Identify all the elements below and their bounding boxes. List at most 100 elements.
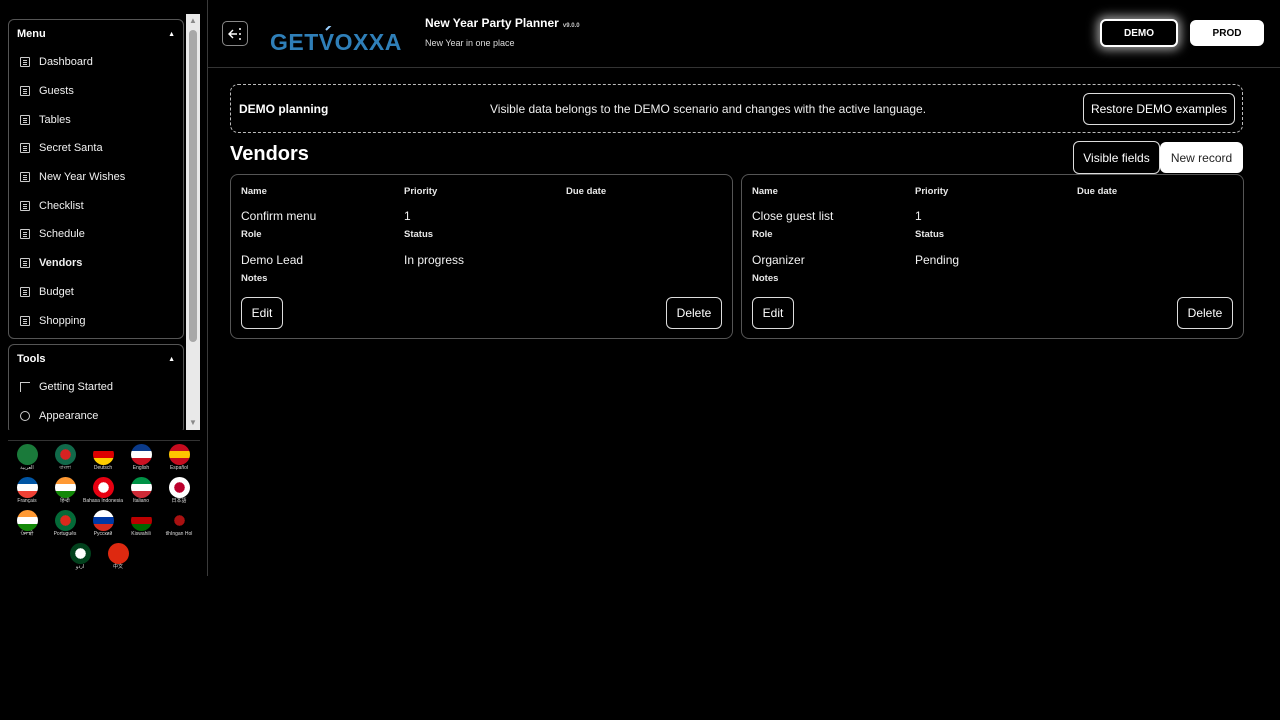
language-name: Español bbox=[169, 465, 189, 471]
language-option[interactable]: Español bbox=[160, 444, 198, 477]
language-option[interactable]: ਪੰਜਾਬੀ bbox=[8, 510, 46, 543]
sidebar-item-label: Getting Started bbox=[39, 381, 113, 394]
sidebar-item-guests[interactable]: Guests bbox=[9, 77, 183, 106]
field-label-due-date: Due date bbox=[566, 186, 607, 197]
record-card: Name Close guest list Priority 1 Due date Rol… bbox=[741, 174, 1244, 339]
sidebar-item-checklist[interactable]: Checklist bbox=[9, 191, 183, 220]
sidebar-item-label: Tables bbox=[39, 113, 71, 126]
field-label-name: Name bbox=[752, 186, 778, 197]
restore-demo-button[interactable]: Restore DEMO examples bbox=[1083, 93, 1235, 125]
sidebar-item-schedule[interactable]: Schedule bbox=[9, 220, 183, 249]
demo-env-button[interactable]: DEMO bbox=[1100, 19, 1178, 47]
language-option[interactable]: Русский bbox=[84, 510, 122, 543]
list-icon bbox=[20, 258, 30, 269]
scroll-thumb[interactable] bbox=[189, 30, 197, 342]
list-icon bbox=[20, 200, 30, 211]
app-title: New Year Party Planner v9.0.0 bbox=[425, 16, 580, 30]
flag-icon bbox=[107, 543, 129, 564]
language-option[interactable]: Kiswahili bbox=[122, 510, 160, 543]
language-option[interactable]: Français bbox=[8, 477, 46, 510]
scroll-down-arrow-icon[interactable]: ▼ bbox=[186, 416, 200, 430]
sidebar-item-secret-santa[interactable]: Secret Santa bbox=[9, 134, 183, 163]
sidebar-scroll-area[interactable]: Menu ▲ Dashboard Guests Tables Secret Santa… bbox=[7, 14, 200, 430]
menu-header[interactable]: Menu ▲ bbox=[9, 20, 183, 48]
language-option[interactable]: 日本語 bbox=[160, 477, 198, 510]
collapse-caret-icon[interactable]: ▲ bbox=[168, 356, 175, 363]
field-label-role: Role bbox=[752, 229, 773, 240]
sidebar-item-label: Budget bbox=[39, 285, 74, 298]
flag-icon bbox=[54, 477, 76, 498]
flag-icon bbox=[20, 382, 30, 393]
new-record-button[interactable]: New record bbox=[1160, 142, 1243, 173]
flag-icon bbox=[54, 510, 76, 531]
language-option[interactable]: বাংলা bbox=[46, 444, 84, 477]
flag-icon bbox=[16, 510, 38, 531]
sidebar-item-getting-started[interactable]: Getting Started bbox=[9, 373, 183, 402]
language-name: 日本語 bbox=[171, 498, 187, 504]
list-icon bbox=[20, 286, 30, 297]
language-option[interactable]: اردو bbox=[61, 543, 99, 576]
visible-fields-button[interactable]: Visible fields bbox=[1073, 141, 1160, 174]
banner-text: Visible data belongs to the DEMO scenari… bbox=[490, 102, 927, 116]
language-option[interactable]: हिन्दी bbox=[46, 477, 84, 510]
language-name: 中文 bbox=[112, 564, 123, 570]
menu-list: Dashboard Guests Tables Secret Santa New Yea… bbox=[9, 48, 183, 335]
tools-title: Tools bbox=[17, 353, 46, 365]
delete-button[interactable]: Delete bbox=[1177, 297, 1233, 329]
sidebar-scrollbar[interactable]: ▲ ▼ bbox=[186, 14, 200, 430]
language-option[interactable]: tlhIngan Hol bbox=[160, 510, 198, 543]
flag-icon bbox=[130, 510, 152, 531]
language-option[interactable]: English bbox=[122, 444, 160, 477]
sidebar-item-label: Shopping bbox=[39, 314, 86, 327]
language-option[interactable]: Bahasa Indonesia bbox=[83, 477, 123, 510]
field-label-name: Name bbox=[241, 186, 267, 197]
collapse-caret-icon[interactable]: ▲ bbox=[168, 31, 175, 38]
field-label-status: Status bbox=[915, 229, 945, 240]
tools-panel: Tools ▲ Getting Started Appearance bbox=[8, 344, 184, 430]
sidebar-item-new-year-wishes[interactable]: New Year Wishes bbox=[9, 163, 183, 192]
sidebar-item-dashboard[interactable]: Dashboard bbox=[9, 48, 183, 77]
language-name: Deutsch bbox=[93, 465, 113, 471]
field-label-notes: Notes bbox=[241, 273, 268, 284]
tools-header[interactable]: Tools ▲ bbox=[9, 345, 183, 373]
language-name: Kiswahili bbox=[131, 531, 151, 537]
sidebar-item-label: Vendors bbox=[39, 257, 83, 270]
palette-icon bbox=[20, 411, 30, 422]
language-option[interactable]: 中文 bbox=[99, 543, 137, 576]
language-name: English bbox=[132, 465, 150, 471]
app-subtitle: New Year in one place bbox=[425, 38, 515, 48]
sidebar-item-tables[interactable]: Tables bbox=[9, 105, 183, 134]
sidebar-item-vendors[interactable]: Vendors bbox=[9, 249, 183, 278]
edit-button[interactable]: Edit bbox=[241, 297, 283, 329]
language-row: اردو 中文 bbox=[8, 543, 200, 576]
language-option[interactable]: Italiano bbox=[122, 477, 160, 510]
field-label-priority: Priority bbox=[915, 186, 949, 197]
demo-banner: DEMO planning Visible data belongs to th… bbox=[230, 84, 1243, 133]
field-value-status: Pending bbox=[915, 253, 960, 267]
sidebar-item-label: Appearance bbox=[39, 410, 99, 423]
field-value-name: Close guest list bbox=[752, 209, 834, 223]
list-icon bbox=[20, 143, 30, 154]
prod-env-button[interactable]: PROD bbox=[1190, 20, 1264, 46]
flag-icon bbox=[168, 510, 190, 531]
language-row: العربية বাংলা Deutsch English Español bbox=[8, 444, 200, 477]
edit-button[interactable]: Edit bbox=[752, 297, 794, 329]
language-name: বাংলা bbox=[59, 465, 71, 471]
delete-button[interactable]: Delete bbox=[666, 297, 722, 329]
field-value-role: Organizer bbox=[752, 253, 805, 267]
page-title: Vendors bbox=[230, 143, 309, 165]
language-option[interactable]: Deutsch bbox=[84, 444, 122, 477]
language-name: Português bbox=[53, 531, 77, 537]
list-icon bbox=[20, 229, 30, 240]
language-option[interactable]: العربية bbox=[8, 444, 46, 477]
sidebar-item-shopping[interactable]: Shopping bbox=[9, 306, 183, 335]
sidebar-item-appearance[interactable]: Appearance bbox=[9, 402, 183, 430]
language-option[interactable]: Português bbox=[46, 510, 84, 543]
field-value-name: Confirm menu bbox=[241, 209, 317, 223]
sidebar-toggle-button[interactable] bbox=[222, 21, 248, 46]
language-name: हिन्दी bbox=[60, 498, 70, 504]
sidebar-item-budget[interactable]: Budget bbox=[9, 278, 183, 307]
list-icon bbox=[20, 114, 30, 125]
flag-icon bbox=[168, 444, 190, 465]
scroll-up-arrow-icon[interactable]: ▲ bbox=[186, 14, 200, 28]
